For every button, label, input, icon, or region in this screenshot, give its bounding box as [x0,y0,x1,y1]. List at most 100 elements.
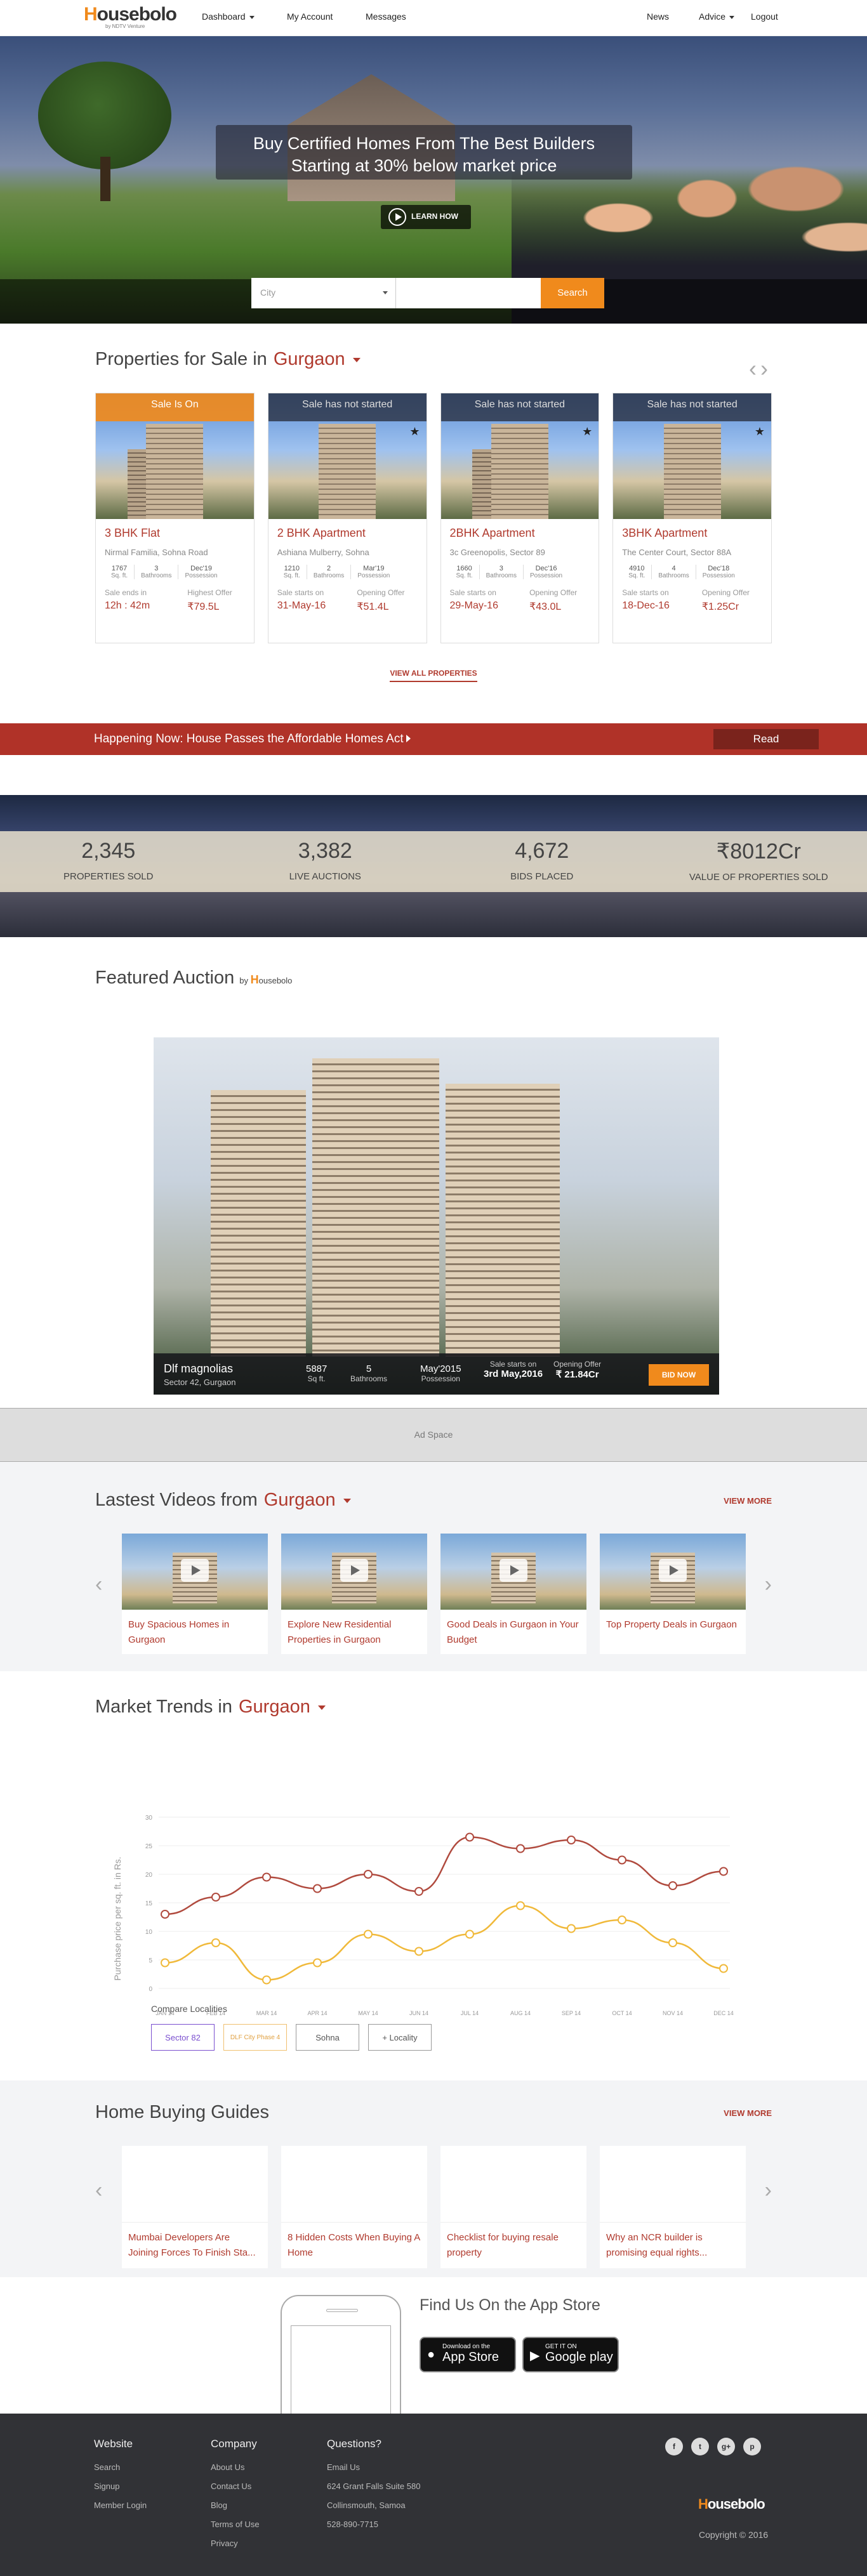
nav-messages[interactable]: Messages [366,11,406,22]
star-icon[interactable]: ★ [755,425,765,438]
property-card[interactable]: Sale Is On 3 BHK Flat Nirmal Familia, So… [95,393,255,643]
footer-link[interactable]: Signup [94,2477,147,2496]
stat-label: PROPERTIES SOLD [0,871,217,882]
video-title[interactable]: Explore New Residential Properties in Gu… [281,1610,427,1655]
nav-my-account[interactable]: My Account [287,11,333,22]
guide-title[interactable]: Checklist for buying resale property [440,2222,586,2268]
app-store-button[interactable]: ●Download on theApp Store [420,2337,516,2372]
property-name[interactable]: 3BHK Apartment [622,527,762,540]
chevron-down-icon[interactable] [318,1705,326,1710]
footer-link[interactable]: Member Login [94,2496,147,2515]
footer-link[interactable]: About Us [211,2458,260,2477]
property-name[interactable]: 3 BHK Flat [105,527,245,540]
chevron-down-icon[interactable] [343,1499,351,1503]
guide-title[interactable]: Why an NCR builder is promising equal ri… [600,2222,746,2268]
chevron-right-icon[interactable]: › [765,1572,772,1597]
footer-link[interactable]: Privacy [211,2534,260,2553]
chevron-left-icon[interactable]: ‹ [95,1572,102,1597]
data-point [618,1916,626,1924]
ad-space[interactable]: Ad Space [0,1408,867,1462]
play-icon[interactable] [181,1559,209,1582]
star-icon[interactable]: ★ [582,425,592,438]
locality-chip[interactable]: Sohna [296,2024,359,2051]
area-stat: 4910Sq. ft. [622,565,652,579]
chevron-left-icon[interactable]: ‹ [749,355,760,381]
area-stat: 1660Sq. ft. [450,565,480,579]
google-play-button[interactable]: ▶GET IT ONGoogle play [522,2337,619,2372]
x-tick-label: MAY 14 [358,2010,378,2016]
twitter-icon[interactable]: t [691,2438,709,2455]
sale-value: 18-Dec-16 [622,600,670,612]
email-link[interactable]: Email Us [327,2458,420,2477]
guide-title[interactable]: Mumbai Developers Are Joining Forces To … [122,2222,268,2268]
tree-image [38,62,171,169]
view-all-properties-link[interactable]: VIEW ALL PROPERTIES [95,669,772,678]
video-card[interactable]: Good Deals in Gurgaon in Your Budget [440,1534,586,1654]
footer-link[interactable]: Blog [211,2496,260,2515]
video-title[interactable]: Good Deals in Gurgaon in Your Budget [440,1610,586,1655]
video-title[interactable]: Buy Spacious Homes in Gurgaon [122,1610,268,1655]
market-city-select[interactable]: Gurgaon [239,1697,310,1717]
possession-value: Dec'19 [190,565,212,572]
learn-how-button[interactable]: LEARN HOW [381,205,471,229]
play-icon[interactable] [659,1559,687,1582]
nav-news[interactable]: News [647,11,669,22]
property-card[interactable]: Sale has not started★ 2 BHK Apartment As… [268,393,427,643]
video-card[interactable]: Buy Spacious Homes in Gurgaon [122,1534,268,1654]
property-name[interactable]: 2 BHK Apartment [277,527,418,540]
footer-link[interactable]: Search [94,2458,147,2477]
tower-image [312,1058,439,1357]
property-card[interactable]: Sale has not started★ 2BHK Apartment 3c … [440,393,600,643]
search-button[interactable]: Search [541,278,604,308]
chevron-down-icon[interactable] [353,358,361,362]
chevron-left-icon[interactable]: ‹ [95,2178,102,2203]
guide-title[interactable]: 8 Hidden Costs When Buying A Home [281,2222,427,2268]
possession-stat: Dec'18Possession [696,565,741,579]
property-name[interactable]: 2BHK Apartment [450,527,590,540]
footer-link[interactable]: Terms of Use [211,2515,260,2534]
guide-card[interactable]: Checklist for buying resale property [440,2146,586,2266]
videos-view-more-link[interactable]: VIEW MORE [724,1496,772,1506]
stat-label: BIDS PLACED [434,871,651,882]
footer-logo[interactable]: Housebolo [698,2496,765,2513]
add-locality-button[interactable]: + Locality [368,2024,432,2051]
google-plus-icon[interactable]: g+ [717,2438,735,2455]
news-text[interactable]: Happening Now: House Passes the Affordab… [94,732,411,746]
search-input[interactable] [396,278,541,308]
locality-chip[interactable]: DLF City Phase 4 [223,2024,287,2051]
videos-city-select[interactable]: Gurgaon [264,1490,336,1510]
featured-area-unit: Sq ft. [306,1374,327,1383]
footer-link[interactable]: Contact Us [211,2477,260,2496]
locality-chip[interactable]: Sector 82 [151,2024,215,2051]
play-icon[interactable] [500,1559,527,1582]
videos-section-title: Lastest Videos fromGurgaon [95,1490,772,1511]
read-button[interactable]: Read [713,729,819,749]
sale-info: Sale starts on18-Dec-16 Opening Offer₹1.… [622,588,762,613]
property-card[interactable]: Sale has not started★ 3BHK Apartment The… [612,393,772,643]
x-tick-label: MAR 14 [256,2010,277,2016]
featured-property-image[interactable]: Dlf magnolias Sector 42, Gurgaon 5887Sq … [154,1037,719,1395]
properties-city-select[interactable]: Gurgaon [274,349,345,369]
guide-card[interactable]: Why an NCR builder is promising equal ri… [600,2146,746,2266]
guide-card[interactable]: 8 Hidden Costs When Buying A Home [281,2146,427,2266]
video-title[interactable]: Top Property Deals in Gurgaon [600,1610,746,1640]
housebolo-logo[interactable]: Housebolo by NDTV Venture [84,4,176,29]
nav-dashboard[interactable]: Dashboard [202,11,255,22]
nav-advice[interactable]: Advice [699,11,734,22]
guide-card[interactable]: Mumbai Developers Are Joining Forces To … [122,2146,268,2266]
nav-logout[interactable]: Logout [751,11,778,22]
play-icon[interactable] [340,1559,368,1582]
chevron-right-icon[interactable]: › [760,355,772,381]
video-card[interactable]: Top Property Deals in Gurgaon [600,1534,746,1654]
hero-line-2: Starting at 30% below market price [216,155,632,177]
chevron-right-icon[interactable]: › [765,2178,772,2203]
guides-view-more-link[interactable]: VIEW MORE [724,2108,772,2118]
facebook-icon[interactable]: f [665,2438,683,2455]
bid-now-button[interactable]: BID NOW [649,1364,709,1386]
data-point [263,1976,270,1984]
city-select[interactable]: City [251,278,396,308]
video-card[interactable]: Explore New Residential Properties in Gu… [281,1534,427,1654]
offer-value: ₹51.4L [357,600,404,613]
pinterest-icon[interactable]: p [743,2438,761,2455]
star-icon[interactable]: ★ [409,425,420,438]
